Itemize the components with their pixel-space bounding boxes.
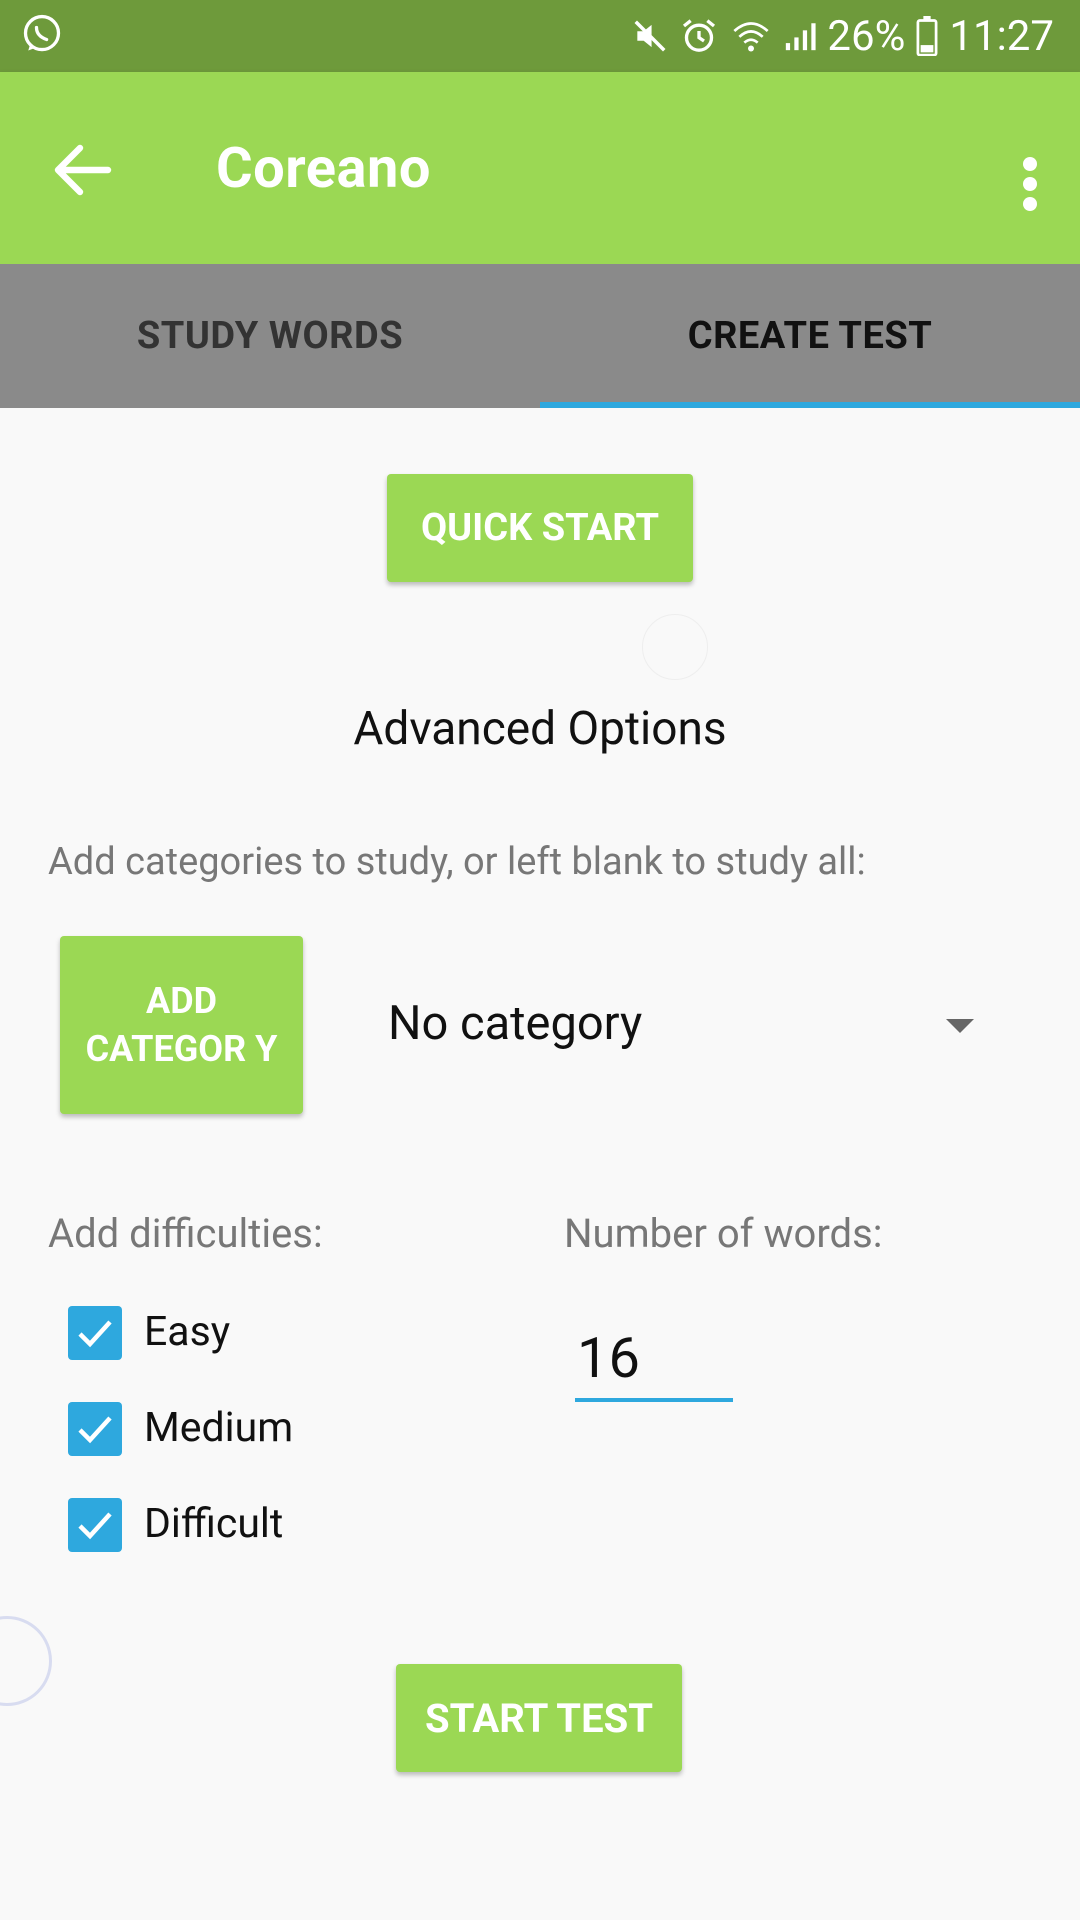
ripple-indicator	[0, 1616, 52, 1706]
tab-bar: STUDY WORDS CREATE TEST	[0, 264, 1080, 408]
number-of-words-input[interactable]	[575, 1318, 733, 1402]
more-vert-icon[interactable]	[1010, 154, 1050, 214]
whatsapp-icon	[20, 12, 68, 60]
wifi-icon	[729, 16, 773, 56]
alarm-icon	[679, 16, 719, 56]
battery-icon	[915, 16, 939, 56]
difficulties-label: Add difficulties:	[48, 1210, 323, 1257]
checkbox-label-difficult[interactable]: Difficult	[144, 1500, 283, 1548]
app-title: Coreano	[216, 135, 431, 201]
status-bar: 26% 11:27	[0, 0, 1080, 72]
check-icon	[78, 1320, 112, 1348]
check-icon	[78, 1416, 112, 1444]
category-spinner[interactable]: No category	[388, 996, 642, 1051]
arrow-back-icon[interactable]	[52, 142, 112, 198]
signal-icon	[783, 16, 817, 56]
mute-icon	[631, 16, 669, 56]
app-bar: Coreano	[0, 72, 1080, 264]
dropdown-arrow-icon[interactable]	[944, 1016, 976, 1036]
tab-study-words[interactable]: STUDY WORDS	[0, 264, 540, 408]
checkbox-difficult[interactable]	[68, 1498, 122, 1552]
checkbox-label-easy[interactable]: Easy	[144, 1308, 230, 1356]
checkbox-easy[interactable]	[68, 1306, 122, 1360]
quick-start-button[interactable]: QUICK START	[387, 474, 693, 582]
checkbox-medium[interactable]	[68, 1402, 122, 1456]
advanced-options-title: Advanced Options	[353, 702, 727, 756]
battery-percent: 26%	[827, 11, 906, 61]
checkbox-label-medium[interactable]: Medium	[144, 1404, 293, 1452]
start-test-button[interactable]: START TEST	[396, 1664, 682, 1772]
check-icon	[78, 1512, 112, 1540]
clock: 11:27	[949, 11, 1054, 61]
add-category-button[interactable]: ADD CATEGOR Y	[60, 936, 303, 1114]
tab-create-test[interactable]: CREATE TEST	[540, 264, 1080, 408]
categories-hint: Add categories to study, or left blank t…	[48, 840, 866, 884]
number-of-words-label: Number of words:	[564, 1210, 883, 1257]
ripple-indicator	[642, 614, 708, 680]
